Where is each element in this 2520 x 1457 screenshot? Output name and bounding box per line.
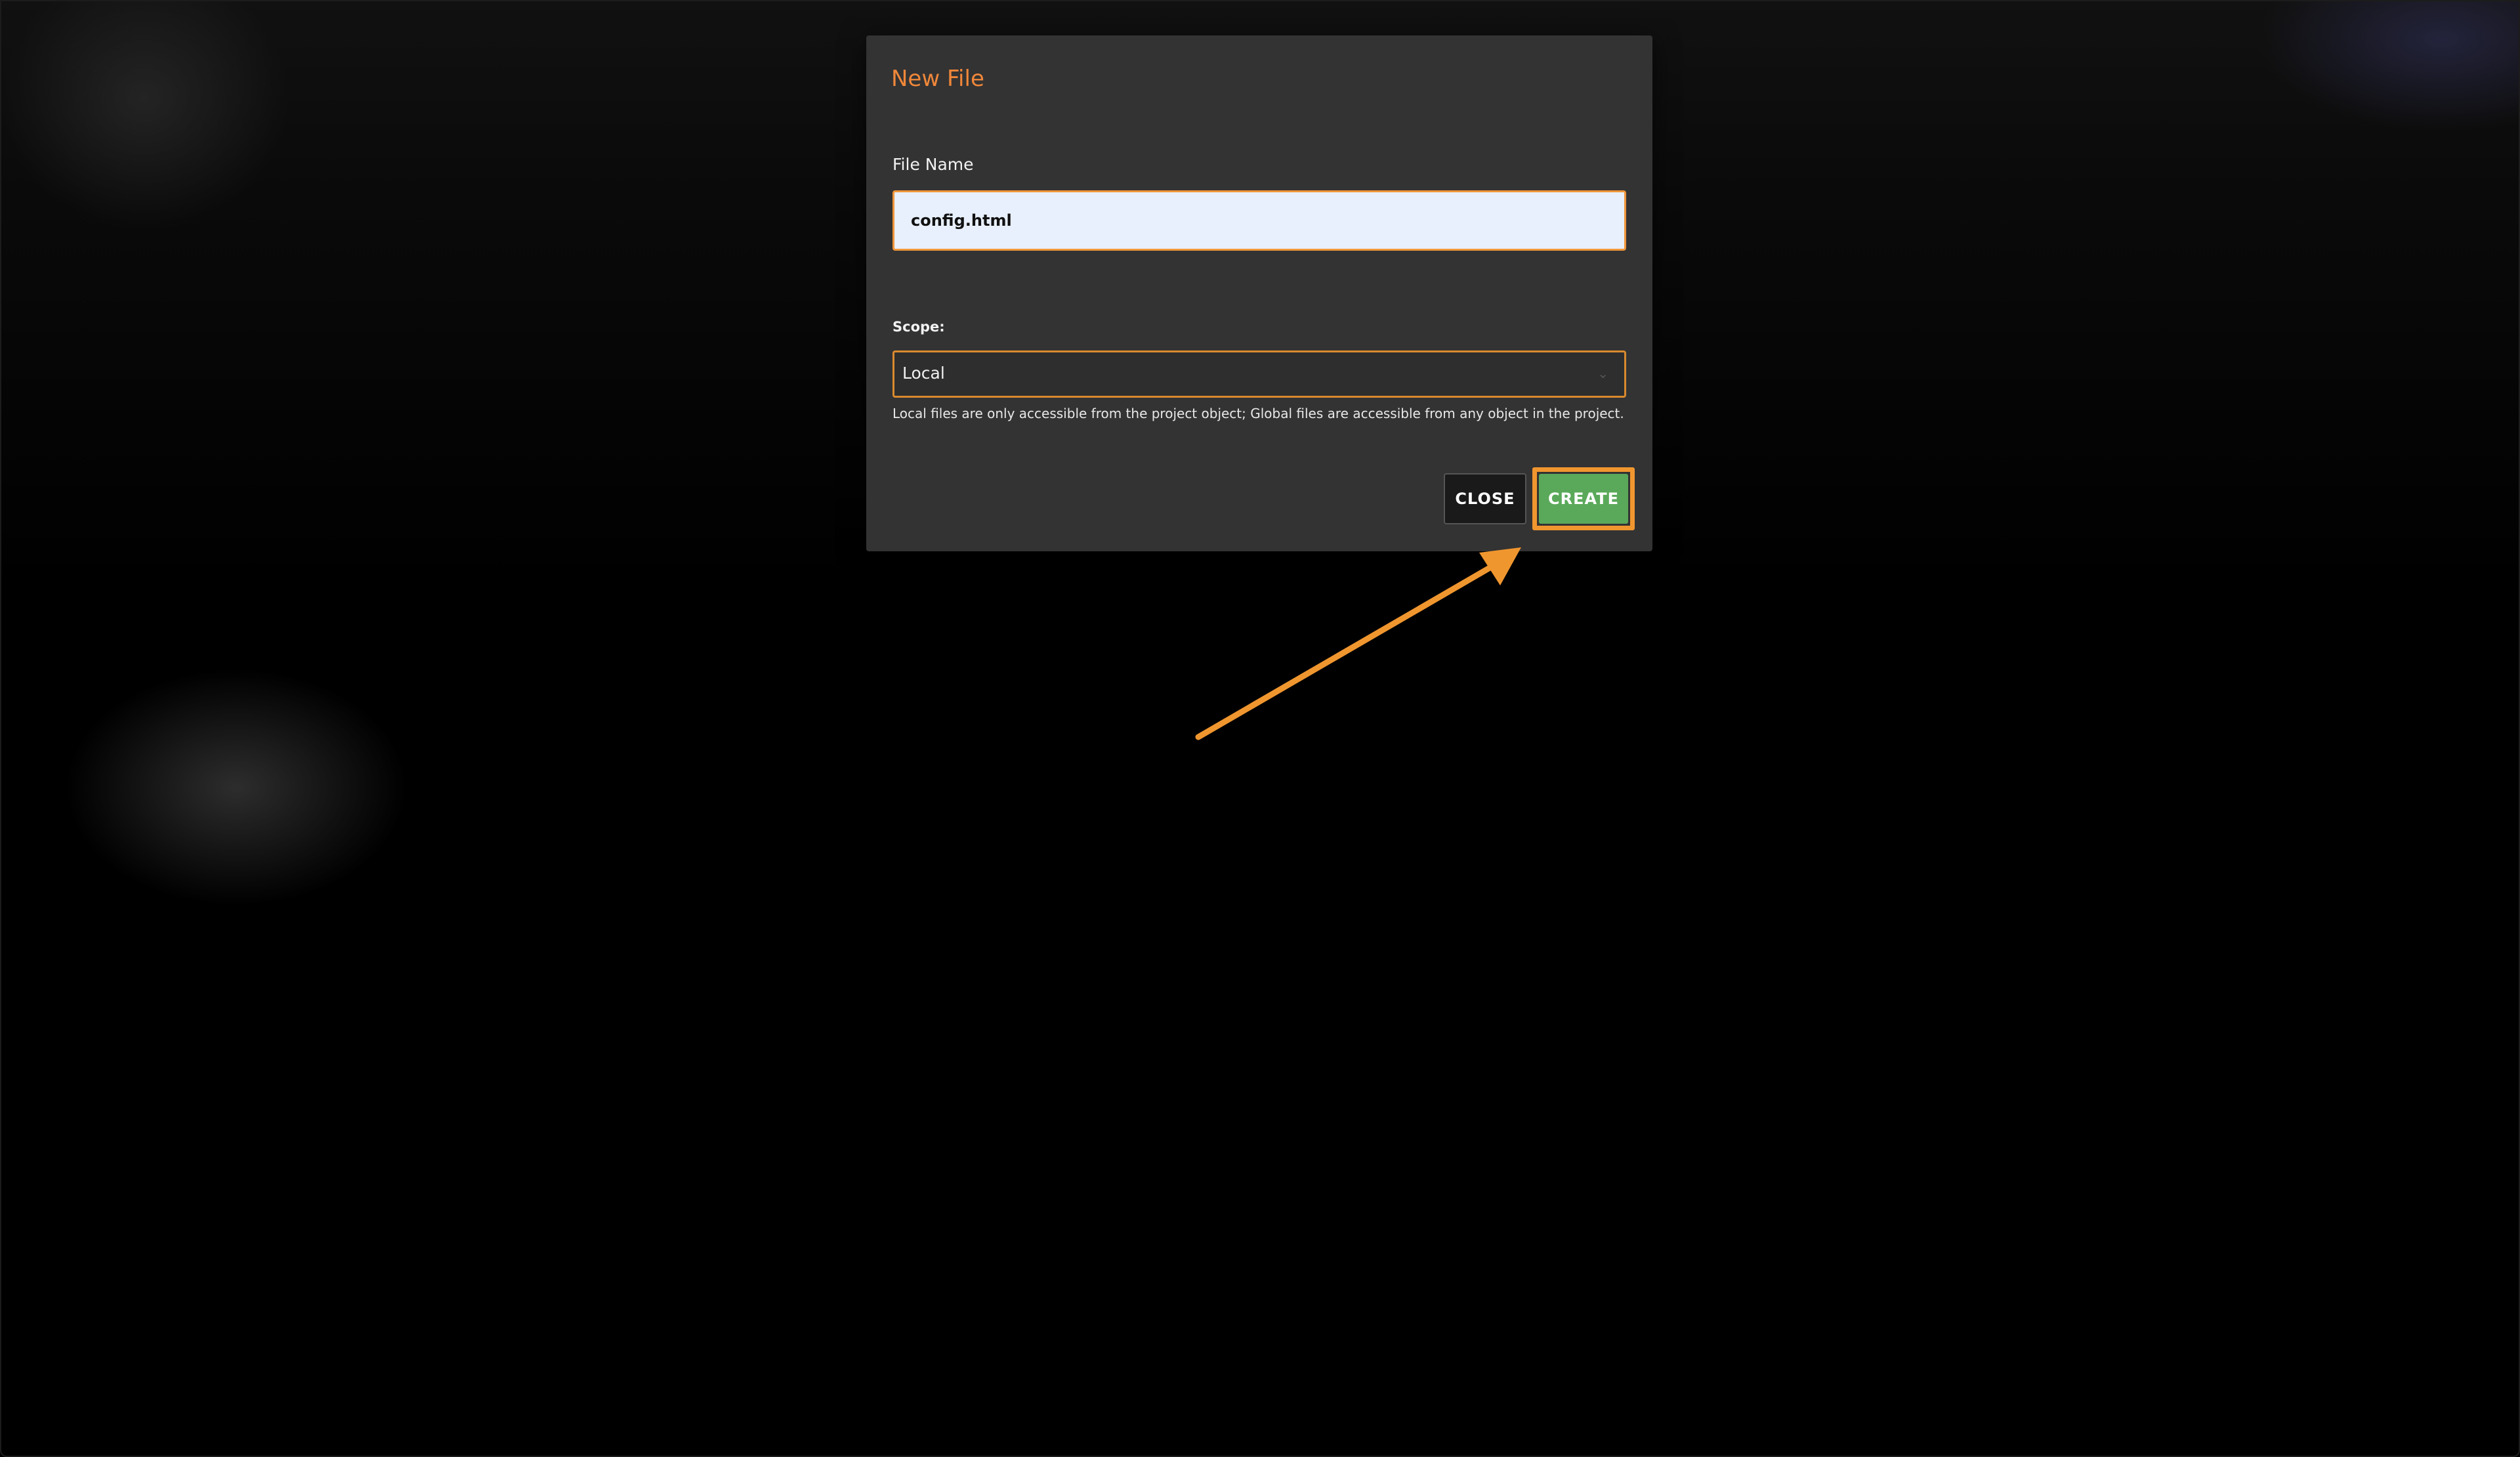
scope-selected-value: Local xyxy=(902,364,945,383)
new-file-dialog: New File File Name Scope: Local ⌄ Local … xyxy=(866,35,1652,551)
file-name-input[interactable] xyxy=(892,190,1626,251)
scope-help-text: Local files are only accessible from the… xyxy=(892,406,1624,421)
scope-label: Scope: xyxy=(892,319,945,335)
dialog-title: New File xyxy=(891,66,984,92)
scope-select[interactable]: Local ⌄ xyxy=(892,350,1626,398)
close-button[interactable]: CLOSE xyxy=(1444,473,1526,524)
file-name-label: File Name xyxy=(892,155,974,174)
chevron-down-icon: ⌄ xyxy=(1597,366,1608,381)
create-button[interactable]: CREATE xyxy=(1539,474,1628,524)
